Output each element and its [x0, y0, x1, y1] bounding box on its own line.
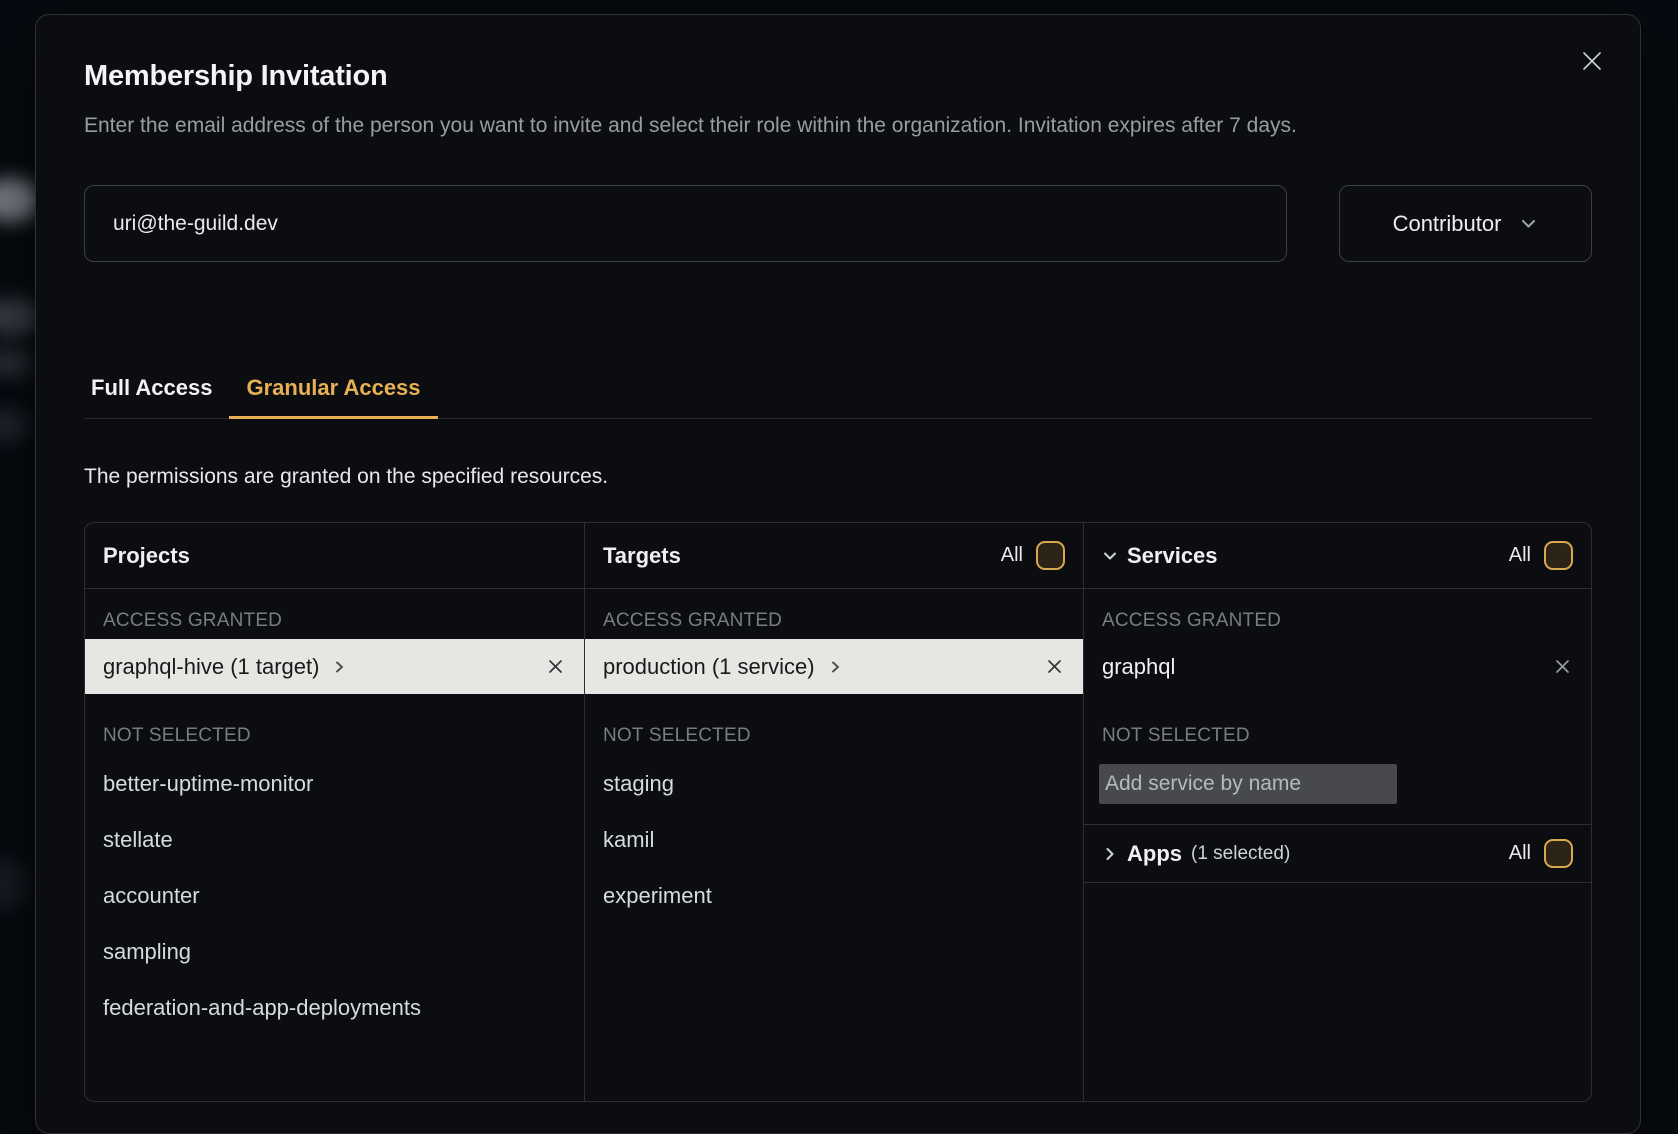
project-option[interactable]: sampling	[85, 924, 584, 980]
service-granted-label: graphql	[1102, 654, 1175, 680]
targets-all-checkbox[interactable]	[1036, 541, 1065, 570]
chevron-right-icon	[828, 660, 842, 674]
email-input[interactable]	[84, 185, 1287, 262]
project-option[interactable]: accounter	[85, 868, 584, 924]
tab-full-access[interactable]: Full Access	[74, 375, 229, 419]
apps-group-row[interactable]: Apps (1 selected) All	[1084, 824, 1591, 883]
target-option[interactable]: staging	[585, 756, 1083, 812]
remove-project-icon[interactable]	[544, 656, 566, 678]
not-selected-label: NOT SELECTED	[603, 724, 1065, 748]
services-all-checkbox[interactable]	[1544, 541, 1573, 570]
services-header-label: Services	[1127, 543, 1218, 569]
invite-form-row: Contributor	[84, 185, 1592, 262]
not-selected-label: NOT SELECTED	[103, 724, 566, 748]
background-artifact	[0, 348, 32, 378]
project-granted-row[interactable]: graphql-hive (1 target)	[85, 639, 584, 694]
dialog-description: Enter the email address of the person yo…	[84, 107, 1469, 144]
projects-column: ACCESS GRANTED graphql-hive (1 target) N…	[85, 589, 585, 1101]
role-select-value: Contributor	[1393, 211, 1502, 237]
background-artifact	[0, 858, 26, 910]
resources-grid: Projects Targets All Services All ACCESS…	[84, 522, 1592, 1102]
projects-header-label: Projects	[103, 543, 190, 569]
apps-selected-count: (1 selected)	[1191, 843, 1290, 865]
apps-all-label: All	[1509, 842, 1531, 865]
apps-group-label: Apps	[1127, 841, 1182, 867]
targets-column-header: Targets All	[585, 523, 1084, 589]
project-option[interactable]: better-uptime-monitor	[85, 756, 584, 812]
remove-service-icon[interactable]	[1551, 656, 1573, 678]
background-artifact	[0, 408, 28, 442]
add-service-input[interactable]	[1099, 764, 1397, 804]
access-granted-label: ACCESS GRANTED	[1102, 609, 1573, 633]
tab-granular-access[interactable]: Granular Access	[229, 375, 437, 419]
dialog-title: Membership Invitation	[84, 59, 1592, 93]
chevron-down-icon	[1519, 214, 1538, 233]
target-option[interactable]: experiment	[585, 868, 1083, 924]
target-granted-label: production (1 service)	[603, 654, 815, 680]
service-granted-row[interactable]: graphql	[1084, 639, 1591, 694]
project-granted-label: graphql-hive (1 target)	[103, 654, 319, 680]
targets-header-label: Targets	[603, 543, 681, 569]
target-granted-row[interactable]: production (1 service)	[585, 639, 1083, 694]
background-artifact	[0, 298, 40, 336]
project-option[interactable]: federation-and-app-deployments	[85, 980, 584, 1036]
access-granted-label: ACCESS GRANTED	[103, 609, 566, 633]
services-column: ACCESS GRANTED graphql NOT SELECTED	[1084, 589, 1591, 1101]
not-selected-label: NOT SELECTED	[1102, 724, 1573, 748]
chevron-down-icon[interactable]	[1102, 548, 1118, 564]
remove-target-icon[interactable]	[1043, 656, 1065, 678]
access-tabs: Full Access Granular Access	[84, 375, 1592, 419]
background-artifact	[0, 178, 40, 222]
access-granted-label: ACCESS GRANTED	[603, 609, 1065, 633]
close-icon[interactable]	[1578, 47, 1606, 75]
projects-column-header: Projects	[85, 523, 585, 589]
project-option[interactable]: stellate	[85, 812, 584, 868]
membership-invitation-dialog: Membership Invitation Enter the email ad…	[35, 14, 1641, 1134]
permissions-note: The permissions are granted on the speci…	[84, 464, 1592, 490]
targets-column: ACCESS GRANTED production (1 service) NO…	[585, 589, 1084, 1101]
services-column-header: Services All	[1084, 523, 1591, 589]
chevron-right-icon	[332, 660, 346, 674]
apps-all-checkbox[interactable]	[1544, 839, 1573, 868]
services-all-label: All	[1509, 544, 1531, 567]
role-select[interactable]: Contributor	[1339, 185, 1592, 262]
target-option[interactable]: kamil	[585, 812, 1083, 868]
chevron-right-icon[interactable]	[1102, 846, 1118, 862]
targets-all-label: All	[1001, 544, 1023, 567]
